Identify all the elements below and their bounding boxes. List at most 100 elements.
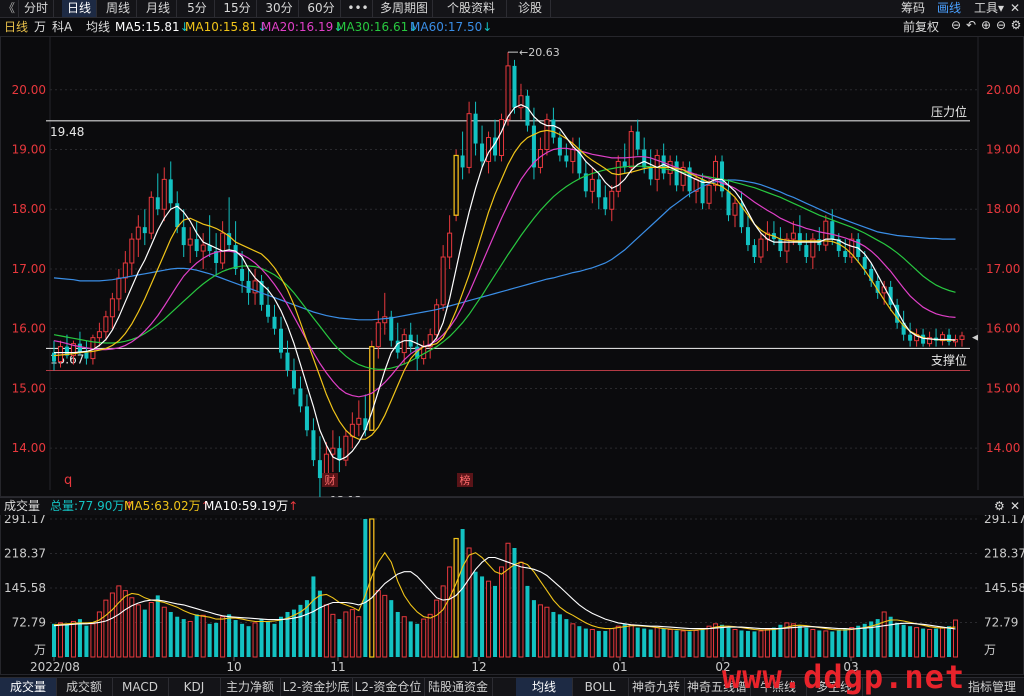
volume-bar-up [103, 599, 109, 658]
volume-bar-down [168, 611, 173, 657]
volume-bar-down [415, 623, 420, 657]
price-tick-label-right: 15.00 [986, 381, 1020, 395]
pressure-value-label: 19.48 [50, 125, 84, 139]
volume-bar-up [589, 629, 595, 658]
volume-bar-up [570, 623, 576, 658]
candle-body-up [103, 316, 109, 333]
tab-macd[interactable]: MACD [112, 678, 169, 696]
volume-bar-up [427, 613, 433, 658]
candle-body-up [706, 184, 712, 204]
volume-bar-up [486, 580, 492, 658]
vol-ma5-value: MA5:63.02万 [124, 499, 201, 513]
price-tick-label-left: 15.00 [12, 381, 46, 395]
candle-body-down [266, 304, 271, 317]
volume-bar-up [356, 616, 362, 658]
volume-bar-down [389, 600, 394, 657]
tab-volume[interactable]: 成交量 [0, 678, 57, 696]
volume-bar-down [564, 619, 569, 657]
candle-body-up [959, 335, 965, 340]
candle-body-up [382, 316, 388, 324]
volume-bar-down [493, 585, 498, 657]
volume-legend-bar: 成交量 总量:77.90万↑ MA5:63.02万↑ MA10:59.19万↑ … [0, 497, 1024, 515]
volume-bar-up [187, 620, 193, 658]
price-tick-label-left: 20.00 [12, 83, 46, 97]
volume-bar-down [622, 623, 627, 657]
watermark-text: www.ddgp.net [722, 658, 966, 696]
candle-body-up [628, 131, 634, 168]
volume-bar-up [628, 624, 634, 658]
price-tick-label-right: 20.00 [986, 83, 1020, 97]
volume-bar-down [51, 623, 57, 657]
candle-body-down [564, 155, 569, 162]
high-annotation-label: ←20.63 [519, 46, 560, 59]
candle-body-up [505, 65, 511, 121]
volume-bar-up [849, 627, 855, 658]
total-volume: 总量:77.90万↑ [50, 498, 134, 515]
volume-bar-down [240, 623, 245, 657]
volume-unit-label-left: 万 [34, 643, 46, 657]
volume-bar-down [720, 624, 725, 657]
candle-body-up [447, 232, 453, 258]
candle-body-down [557, 137, 562, 156]
volume-bar-up [90, 623, 96, 658]
volume-bar-down [596, 630, 601, 657]
tab-l2-bottom[interactable]: L2-资金抄底 [280, 678, 353, 696]
candle-body-down [285, 352, 290, 371]
volume-bar-down [687, 631, 692, 657]
volume-bar-down [337, 619, 342, 657]
candle-body-down [246, 280, 251, 293]
volume-bar-up [654, 627, 660, 658]
volume-bar-down [181, 619, 186, 657]
volume-bar-down [155, 595, 160, 657]
tab-main-net[interactable]: 主力净额 [220, 678, 281, 696]
candle-body-up [375, 322, 381, 348]
vol-ma10-value: MA10:59.19万 [204, 499, 289, 513]
volume-bar-up [57, 622, 63, 658]
volume-bar-up [823, 630, 829, 658]
tab-turnover[interactable]: 成交额 [56, 678, 113, 696]
candle-body-down [635, 131, 640, 150]
candle-body-up [96, 331, 102, 339]
tab-hk-connect[interactable]: 陆股通资金 [424, 678, 493, 696]
volume-label[interactable]: 成交量 [4, 498, 40, 515]
tab-magic-nine[interactable]: 神奇九转 [628, 678, 685, 696]
ma10-line [53, 129, 956, 440]
volume-bar-down [227, 614, 232, 657]
candle-body-down [291, 370, 296, 389]
volume-bar-up [70, 620, 76, 658]
volume-bar-down [272, 623, 277, 657]
volume-bar-up [375, 590, 381, 658]
volume-bar-down [642, 628, 647, 657]
volume-bar-up [667, 629, 673, 658]
volume-bar-down [700, 628, 705, 657]
candle-body-down [181, 227, 186, 246]
volume-bar-up [764, 629, 770, 658]
volume-bar-up [421, 618, 427, 658]
volume-unit-label: 万 [984, 643, 996, 657]
volume-bar-down [207, 623, 212, 657]
volume-bar-down [635, 627, 640, 657]
volume-bar-down [862, 623, 867, 657]
close-icon[interactable]: ✕ [1010, 498, 1020, 515]
candle-body-up [589, 178, 595, 192]
kline-chart[interactable]: 20.00 20.00 19.00 19.00 18.00 18.00 17.00 17.00… [0, 0, 1024, 695]
volume-bar-up [161, 606, 167, 658]
volume-bar-down [895, 622, 900, 657]
volume-bar-up [544, 606, 550, 658]
price-tick-label-left: 18.00 [12, 202, 46, 216]
volume-bar-down [473, 571, 478, 657]
volume-bar-up [323, 604, 329, 658]
volume-bar-up [953, 619, 959, 658]
tab-kdj[interactable]: KDJ [168, 678, 221, 696]
tab-indicator-manage[interactable]: 指标管理 [960, 678, 1024, 696]
candle-body-down [726, 191, 731, 216]
candle-body-up [609, 190, 615, 210]
tab-l2-position[interactable]: L2-资金仓位 [352, 678, 425, 696]
tab-ma[interactable]: 均线 [516, 678, 573, 696]
tab-boll[interactable]: BOLL [572, 678, 629, 696]
candle-body-down [512, 65, 517, 108]
settings-icon[interactable]: ⚙ [994, 498, 1005, 515]
candle-body-down [298, 388, 303, 407]
candle-body-up [453, 154, 459, 216]
volume-bar-down [317, 590, 322, 657]
